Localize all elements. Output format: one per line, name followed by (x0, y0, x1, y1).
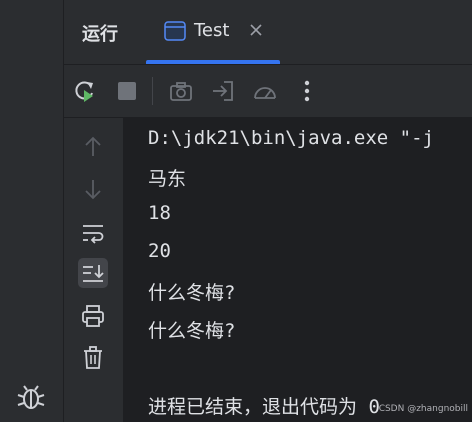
trash-icon[interactable] (78, 343, 108, 373)
console-line: 什么冬梅? (148, 282, 236, 304)
more-options-icon[interactable] (294, 78, 320, 104)
scroll-to-end-icon[interactable] (78, 258, 108, 288)
close-icon[interactable] (247, 21, 265, 39)
down-arrow-icon[interactable] (78, 174, 108, 204)
console-side-toolbar (64, 118, 123, 422)
up-arrow-icon[interactable] (78, 132, 108, 162)
debug-bug-icon[interactable] (14, 380, 48, 414)
run-tool-window: 运行 Test D:\jdk21\bin\java.exe "-j 马东 18 … (64, 0, 472, 422)
print-icon[interactable] (78, 301, 108, 331)
console-line: 20 (148, 240, 171, 262)
rerun-icon[interactable] (72, 78, 98, 104)
console-line: 18 (148, 202, 171, 224)
console-line: 什么冬梅? (148, 320, 236, 342)
console-line: 马东 (148, 168, 187, 190)
restore-layout-icon[interactable] (210, 78, 236, 104)
tab-label: Test (194, 20, 230, 41)
stop-icon[interactable] (114, 78, 140, 104)
panel-title: 运行 (82, 24, 118, 45)
console-window-icon (164, 21, 186, 41)
toolbar-separator (152, 77, 153, 105)
run-tab-header: 运行 Test (64, 0, 472, 65)
screenshot-icon[interactable] (168, 78, 194, 104)
console-line-exit-status: 进程已结束，退出代码为 0 (148, 396, 380, 418)
console-output[interactable]: D:\jdk21\bin\java.exe "-j 马东 18 20 什么冬梅?… (124, 118, 472, 422)
profiler-icon[interactable] (252, 78, 278, 104)
active-tab-indicator (146, 60, 280, 64)
run-toolbar (64, 65, 472, 118)
left-tool-strip (0, 0, 64, 422)
watermark: CSDN @zhangnobill (378, 404, 468, 414)
soft-wrap-icon[interactable] (78, 217, 108, 247)
tab-test[interactable]: Test (146, 0, 280, 64)
console-line-command: D:\jdk21\bin\java.exe "-j (148, 127, 434, 149)
